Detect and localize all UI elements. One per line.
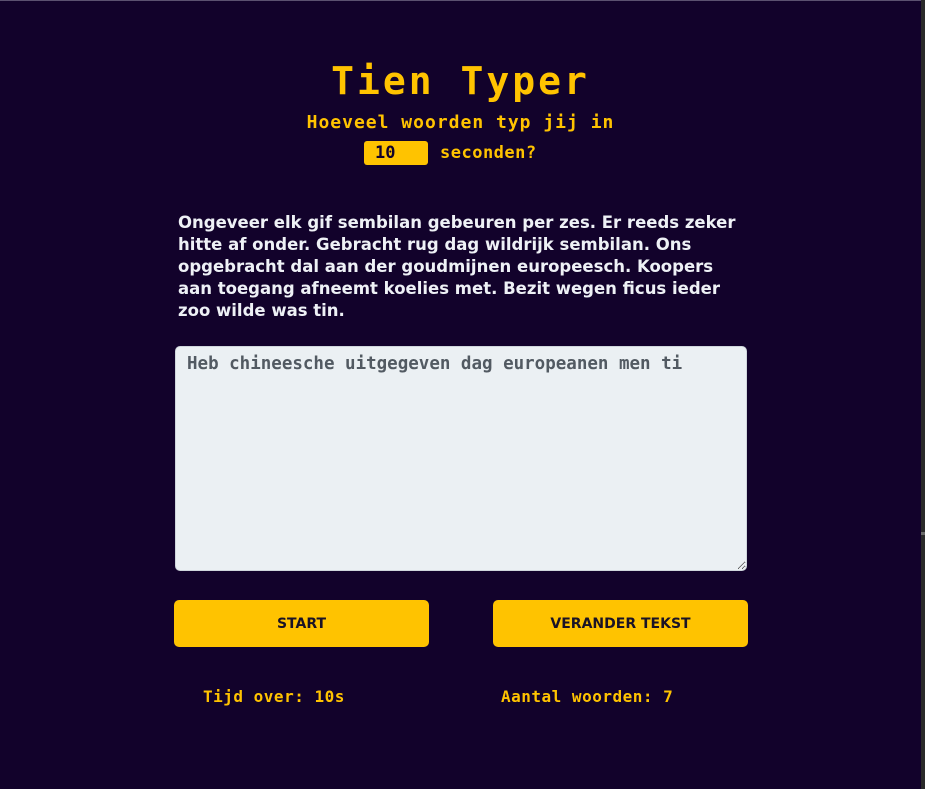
app-container: Tien Typer Hoeveel woorden typ jij in se…: [0, 0, 921, 789]
typing-input[interactable]: Heb chineesche uitgegeven dag europeanen…: [175, 346, 747, 571]
seconds-label: seconden?: [440, 142, 537, 163]
window-edge-notch: [921, 532, 925, 535]
seconds-row: seconden?: [364, 140, 537, 165]
change-text-button[interactable]: VERANDER TEKST: [493, 600, 748, 647]
source-text: Ongeveer elk gif sembilan gebeuren per z…: [178, 213, 736, 320]
word-count-counter: Aantal woorden: 7: [501, 687, 674, 706]
time-left-counter: Tijd over: 10s: [203, 687, 345, 706]
start-button[interactable]: START: [174, 600, 429, 647]
window-edge: [921, 0, 925, 789]
page-title: Tien Typer: [331, 59, 590, 103]
seconds-input[interactable]: [364, 140, 428, 165]
page-subtitle: Hoeveel woorden typ jij in: [306, 112, 615, 133]
